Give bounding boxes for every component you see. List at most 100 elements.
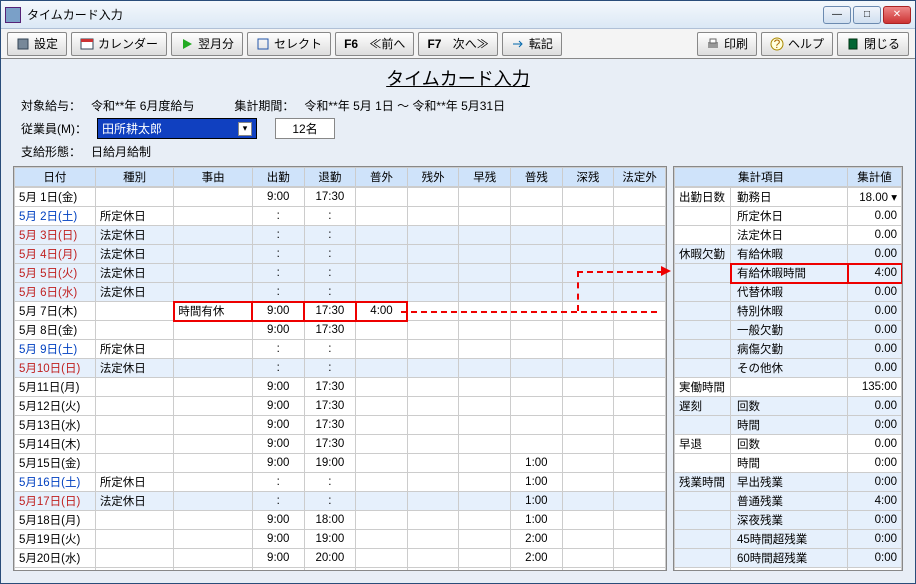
cell-pr[interactable] xyxy=(511,359,563,378)
cell-type[interactable] xyxy=(95,302,174,321)
cell-type[interactable] xyxy=(95,188,174,207)
cell-in[interactable]: 9:00 xyxy=(252,321,304,340)
summary-row[interactable]: 時間0:00 xyxy=(675,454,902,473)
cell-in[interactable]: 9:00 xyxy=(252,416,304,435)
next-button[interactable]: F7 次へ≫ xyxy=(418,32,497,56)
cell-type[interactable]: 法定休日 xyxy=(95,492,174,511)
cell-in[interactable]: : xyxy=(252,492,304,511)
calendar-button[interactable]: カレンダー xyxy=(71,32,167,56)
cell-lg[interactable] xyxy=(614,397,666,416)
cell-dp[interactable] xyxy=(562,454,614,473)
cell-lg[interactable] xyxy=(614,321,666,340)
cell-reason[interactable] xyxy=(174,435,253,454)
table-row[interactable]: 5月 2日(土)所定休日:: xyxy=(15,207,666,226)
cell-lg[interactable] xyxy=(614,226,666,245)
cell-date[interactable]: 5月 2日(土) xyxy=(15,207,96,226)
cell-er[interactable] xyxy=(459,188,511,207)
help-button[interactable]: ?ヘルプ xyxy=(761,32,833,56)
cell-date[interactable]: 5月21日(木) xyxy=(15,568,96,571)
cell-lg[interactable] xyxy=(614,454,666,473)
cell-type[interactable] xyxy=(95,549,174,568)
cell-dp[interactable] xyxy=(562,530,614,549)
cell-reason[interactable] xyxy=(174,378,253,397)
cell-reason[interactable] xyxy=(174,188,253,207)
summary-row[interactable]: 時間0:00 xyxy=(675,416,902,435)
cell-out[interactable]: : xyxy=(304,245,356,264)
summary-row[interactable]: 45時間超残業0:00 xyxy=(675,530,902,549)
cell-ot[interactable] xyxy=(407,264,459,283)
cell-reason[interactable] xyxy=(174,568,253,571)
cell-ot[interactable] xyxy=(407,283,459,302)
cell-ot[interactable] xyxy=(407,530,459,549)
cell-lg[interactable] xyxy=(614,378,666,397)
cell-reason[interactable] xyxy=(174,264,253,283)
cell-pr[interactable]: 1:00 xyxy=(511,454,563,473)
summary-row[interactable]: 出勤日数勤務日18.00 ▾ xyxy=(675,188,902,207)
cell-dp[interactable] xyxy=(562,283,614,302)
cell-er[interactable] xyxy=(459,397,511,416)
cell-out[interactable]: : xyxy=(304,340,356,359)
cell-type[interactable] xyxy=(95,530,174,549)
cell-out[interactable]: 17:30 xyxy=(304,302,356,321)
summary-scroll[interactable]: 出勤日数勤務日18.00 ▾所定休日0.00法定休日0.00休暇欠勤有給休暇0.… xyxy=(674,187,902,570)
cell-out[interactable]: 17:30 xyxy=(304,397,356,416)
cell-ot[interactable] xyxy=(407,226,459,245)
cell-lg[interactable] xyxy=(614,359,666,378)
cell-dp[interactable] xyxy=(562,473,614,492)
summary-row[interactable]: 特別休暇0.00 xyxy=(675,302,902,321)
cell-ord[interactable] xyxy=(356,416,408,435)
cell-pr[interactable]: 2:00 xyxy=(511,549,563,568)
table-row[interactable]: 5月21日(木)9:0017:304:00 xyxy=(15,568,666,571)
cell-dp[interactable] xyxy=(562,568,614,571)
cell-ot[interactable] xyxy=(407,549,459,568)
cell-er[interactable] xyxy=(459,492,511,511)
cell-ot[interactable] xyxy=(407,416,459,435)
cell-er[interactable] xyxy=(459,245,511,264)
cell-out[interactable]: : xyxy=(304,473,356,492)
cell-lg[interactable] xyxy=(614,511,666,530)
cell-er[interactable] xyxy=(459,568,511,571)
cell-ord[interactable] xyxy=(356,378,408,397)
table-row[interactable]: 5月 5日(火)法定休日:: xyxy=(15,264,666,283)
cell-in[interactable]: : xyxy=(252,245,304,264)
cell-er[interactable] xyxy=(459,435,511,454)
table-row[interactable]: 5月13日(水)9:0017:30 xyxy=(15,416,666,435)
cell-ot[interactable] xyxy=(407,454,459,473)
cell-pr[interactable] xyxy=(511,207,563,226)
cell-er[interactable] xyxy=(459,207,511,226)
cell-dp[interactable] xyxy=(562,492,614,511)
cell-in[interactable]: : xyxy=(252,207,304,226)
table-row[interactable]: 5月18日(月)9:0018:001:00 xyxy=(15,511,666,530)
cell-ot[interactable] xyxy=(407,207,459,226)
cell-reason[interactable] xyxy=(174,321,253,340)
summary-row[interactable]: その他休0.00 xyxy=(675,359,902,378)
cell-dp[interactable] xyxy=(562,378,614,397)
cell-type[interactable] xyxy=(95,435,174,454)
cell-er[interactable] xyxy=(459,226,511,245)
cell-date[interactable]: 5月10日(日) xyxy=(15,359,96,378)
cell-in[interactable]: 9:00 xyxy=(252,378,304,397)
summary-row[interactable]: 休暇欠勤有給休暇0.00 xyxy=(675,245,902,264)
cell-out[interactable]: 17:30 xyxy=(304,321,356,340)
cell-ord[interactable] xyxy=(356,283,408,302)
cell-reason[interactable] xyxy=(174,207,253,226)
cell-ot[interactable] xyxy=(407,492,459,511)
cell-type[interactable]: 法定休日 xyxy=(95,245,174,264)
cell-out[interactable]: : xyxy=(304,226,356,245)
cell-ord[interactable] xyxy=(356,511,408,530)
cell-in[interactable]: : xyxy=(252,340,304,359)
cell-er[interactable] xyxy=(459,530,511,549)
cell-out[interactable]: 17:30 xyxy=(304,378,356,397)
cell-ord[interactable] xyxy=(356,188,408,207)
cell-in[interactable]: 9:00 xyxy=(252,568,304,571)
cell-type[interactable] xyxy=(95,378,174,397)
cell-pr[interactable]: 1:00 xyxy=(511,511,563,530)
cell-er[interactable] xyxy=(459,359,511,378)
table-row[interactable]: 5月11日(月) 9:0017:30 xyxy=(15,378,666,397)
cell-in[interactable]: : xyxy=(252,264,304,283)
table-row[interactable]: 5月20日(水)9:0020:002:00 xyxy=(15,549,666,568)
cell-date[interactable]: 5月11日(月) xyxy=(15,378,96,397)
cell-ot[interactable] xyxy=(407,473,459,492)
close-button[interactable]: 閉じる xyxy=(837,32,909,56)
cell-reason[interactable] xyxy=(174,454,253,473)
